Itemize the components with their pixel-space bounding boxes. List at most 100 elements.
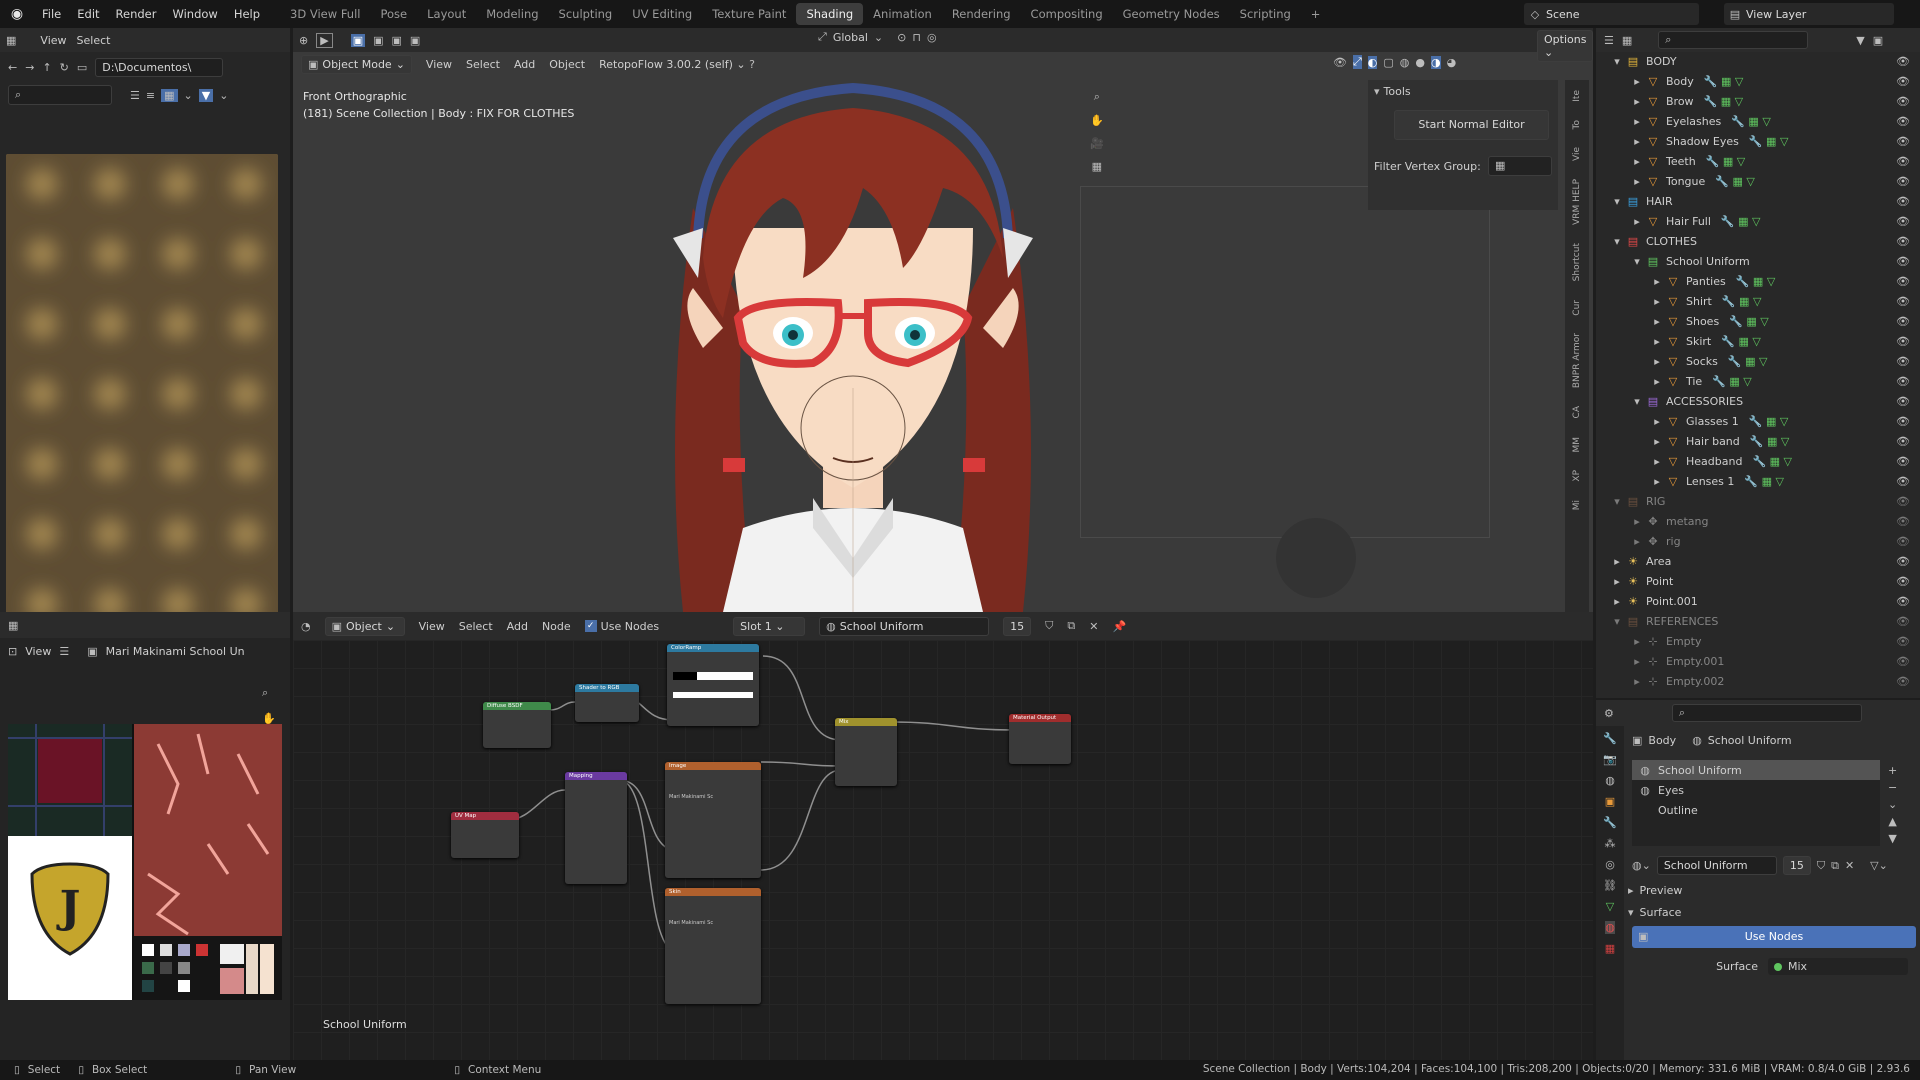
visibility-eye-icon[interactable]: 👁 — [1896, 372, 1910, 392]
outliner-row[interactable]: ▸ ☀ Area 👁 — [1596, 552, 1920, 572]
object-tab-icon[interactable]: ▣ — [1605, 795, 1615, 808]
image-name-1[interactable]: Mari Makinami Sc — [665, 770, 761, 800]
remove-slot-icon[interactable]: − — [1888, 781, 1897, 794]
vp-menu-select[interactable]: Select — [466, 58, 500, 71]
outliner-row[interactable]: ▸ ☀ Point 👁 — [1596, 572, 1920, 592]
move-down-icon[interactable]: ▼ — [1888, 832, 1897, 845]
proportional-edit-icon[interactable]: ◎ — [927, 31, 937, 44]
navigation-circle[interactable] — [1276, 518, 1356, 598]
zoom-icon[interactable]: ⌕ — [1090, 90, 1104, 104]
collapsed-arrow-icon[interactable]: ▸ — [1630, 132, 1644, 152]
use-nodes-button[interactable]: ▣ Use Nodes — [1632, 926, 1916, 948]
tab-rendering[interactable]: Rendering — [942, 3, 1021, 25]
thumbnails-icon[interactable]: ▦ — [161, 88, 178, 102]
zoom-icon[interactable]: ⌕ — [262, 686, 268, 700]
unlink-icon[interactable]: ✕ — [1845, 859, 1854, 872]
expand-arrow-icon[interactable]: ▾ — [1630, 392, 1644, 412]
list-horizontal-icon[interactable]: ≡ — [146, 89, 155, 102]
collapsed-arrow-icon[interactable]: ▸ — [1630, 672, 1644, 692]
sidebar-tab[interactable]: Ite — [1572, 90, 1582, 102]
blender-logo-icon[interactable]: ◉ — [0, 6, 34, 22]
path-field[interactable]: D:\Documentos\ — [95, 57, 224, 77]
visibility-eye-icon[interactable]: 👁 — [1896, 612, 1910, 632]
outliner-row[interactable]: ▾ ▤ BODY 👁 — [1596, 52, 1920, 72]
visibility-eye-icon[interactable]: 👁 — [1896, 332, 1910, 352]
modifier-and-mesh-data-icons[interactable]: 🔧 ▦ ▽ — [1704, 92, 1744, 112]
modifier-and-mesh-data-icons[interactable]: 🔧 ▦ ▽ — [1731, 112, 1771, 132]
physics-tab-icon[interactable]: ◎ — [1605, 858, 1615, 871]
tool-tab-icon[interactable]: 🔧 — [1603, 732, 1617, 745]
modifier-and-mesh-data-icons[interactable]: 🔧 ▦ ▽ — [1704, 72, 1744, 92]
tab-texture-paint[interactable]: Texture Paint — [702, 3, 796, 25]
collapsed-arrow-icon[interactable]: ▸ — [1610, 572, 1624, 592]
tab-sculpting[interactable]: Sculpting — [549, 3, 623, 25]
expand-arrow-icon[interactable]: ▾ — [1610, 52, 1624, 72]
sidebar-tab[interactable]: Cur — [1572, 300, 1582, 316]
modifier-tab-icon[interactable]: 🔧 — [1603, 816, 1617, 829]
node-image-texture-1[interactable]: Image Mari Makinami Sc — [665, 762, 761, 878]
visibility-eye-icon[interactable]: 👁 — [1896, 212, 1910, 232]
modifier-and-mesh-data-icons[interactable]: 🔧 ▦ ▽ — [1749, 132, 1789, 152]
filter-icon[interactable]: ▼ — [198, 88, 214, 102]
material-selector[interactable]: ◍ School Uniform — [819, 616, 990, 636]
tab-modeling[interactable]: Modeling — [476, 3, 548, 25]
modifier-and-mesh-data-icons[interactable]: 🔧 ▦ ▽ — [1715, 172, 1755, 192]
sidebar-tab[interactable]: Mi — [1572, 500, 1582, 510]
world-tab-icon[interactable]: ◍ — [1605, 774, 1615, 787]
new-folder-icon[interactable]: ▭ — [77, 61, 87, 74]
menu-render[interactable]: Render — [108, 0, 165, 28]
vp-menu-view[interactable]: View — [426, 58, 452, 71]
sort-dropdown-icon[interactable]: ⌄ — [184, 89, 193, 102]
collapsed-arrow-icon[interactable]: ▸ — [1630, 532, 1644, 552]
shader-type-selector[interactable]: ▣ Object ⌄ — [324, 616, 405, 636]
visibility-eye-icon[interactable]: 👁 — [1896, 152, 1910, 172]
node-mix[interactable]: Mix — [835, 718, 897, 786]
refresh-icon[interactable]: ↻ — [60, 61, 69, 74]
outliner-row[interactable]: ▸ ☀ Point.001 👁 — [1596, 592, 1920, 612]
node-mapping[interactable]: Mapping — [565, 772, 627, 884]
tab-shading[interactable]: Shading — [796, 3, 864, 25]
outliner-row[interactable]: ▸ ▽ Body 🔧 ▦ ▽ 👁 — [1596, 72, 1920, 92]
collapsed-arrow-icon[interactable]: ▸ — [1630, 212, 1644, 232]
outliner-row[interactable]: ▸ ▽ Socks 🔧 ▦ ▽ 👁 — [1596, 352, 1920, 372]
fake-user-icon[interactable]: ⛉ — [1045, 619, 1053, 633]
add-workspace-button[interactable]: + — [1301, 3, 1331, 25]
sidebar-tab[interactable]: MM — [1572, 437, 1582, 453]
visibility-eye-icon[interactable]: 👁 — [1896, 72, 1910, 92]
expand-arrow-icon[interactable]: ▾ — [1610, 612, 1624, 632]
slot-selector[interactable]: Slot 1 ⌄ — [733, 616, 806, 636]
visibility-eye-icon[interactable]: 👁 — [1896, 352, 1910, 372]
colorramp-color-swatch[interactable] — [673, 692, 753, 698]
expand-arrow-icon[interactable]: ▾ — [1610, 492, 1624, 512]
collapsed-arrow-icon[interactable]: ▸ — [1650, 312, 1664, 332]
collapsed-arrow-icon[interactable]: ▸ — [1650, 352, 1664, 372]
overlay-icon[interactable]: ◐ — [1367, 55, 1378, 69]
solid-shading-icon[interactable]: ● — [1415, 56, 1425, 69]
wireframe-shading-icon[interactable]: ◍ — [1400, 56, 1410, 69]
texture-tab-icon[interactable]: ▦ — [1605, 942, 1615, 955]
grid-icon[interactable]: ▦ — [1090, 160, 1104, 173]
node-uv-map[interactable]: UV Map — [451, 812, 519, 858]
collapsed-arrow-icon[interactable]: ▸ — [1630, 152, 1644, 172]
visibility-eye-icon[interactable]: 👁 — [1896, 672, 1910, 692]
preview-section[interactable]: ▸ Preview — [1628, 884, 1682, 897]
outliner-row[interactable]: ▸ ✥ rig 👁 — [1596, 532, 1920, 552]
outliner-row[interactable]: ▸ ▽ Shadow Eyes 🔧 ▦ ▽ 👁 — [1596, 132, 1920, 152]
material-slot-item[interactable]: ◍ School Uniform — [1632, 760, 1880, 780]
pan-hand-icon[interactable]: ✋ — [1090, 114, 1104, 127]
collapsed-arrow-icon[interactable]: ▸ — [1610, 592, 1624, 612]
outliner-row[interactable]: ▸ ▽ Panties 🔧 ▦ ▽ 👁 — [1596, 272, 1920, 292]
outliner-row[interactable]: ▸ ▽ Shirt 🔧 ▦ ▽ 👁 — [1596, 292, 1920, 312]
material-slot-list[interactable]: ◍ School Uniform ◍ Eyes Outline — [1632, 760, 1880, 846]
fb-menu-select[interactable]: Select — [77, 34, 111, 47]
menu-edit[interactable]: Edit — [69, 0, 107, 28]
shader-node-editor[interactable]: ◔ ▣ Object ⌄ View Select Add Node ✓ Use No… — [293, 612, 1593, 1060]
visibility-eye-icon[interactable]: 👁 — [1896, 652, 1910, 672]
outliner-row[interactable]: ▸ ▽ Headband 🔧 ▦ ▽ 👁 — [1596, 452, 1920, 472]
menu-help[interactable]: Help — [226, 0, 268, 28]
expand-arrow-icon[interactable]: ▾ — [1610, 192, 1624, 212]
modifier-and-mesh-data-icons[interactable]: 🔧 ▦ ▽ — [1729, 312, 1769, 332]
modifier-and-mesh-data-icons[interactable]: 🔧 ▦ ▽ — [1721, 212, 1761, 232]
editor-type-icon[interactable]: ☰ — [1604, 34, 1614, 47]
collapsed-arrow-icon[interactable]: ▸ — [1630, 512, 1644, 532]
